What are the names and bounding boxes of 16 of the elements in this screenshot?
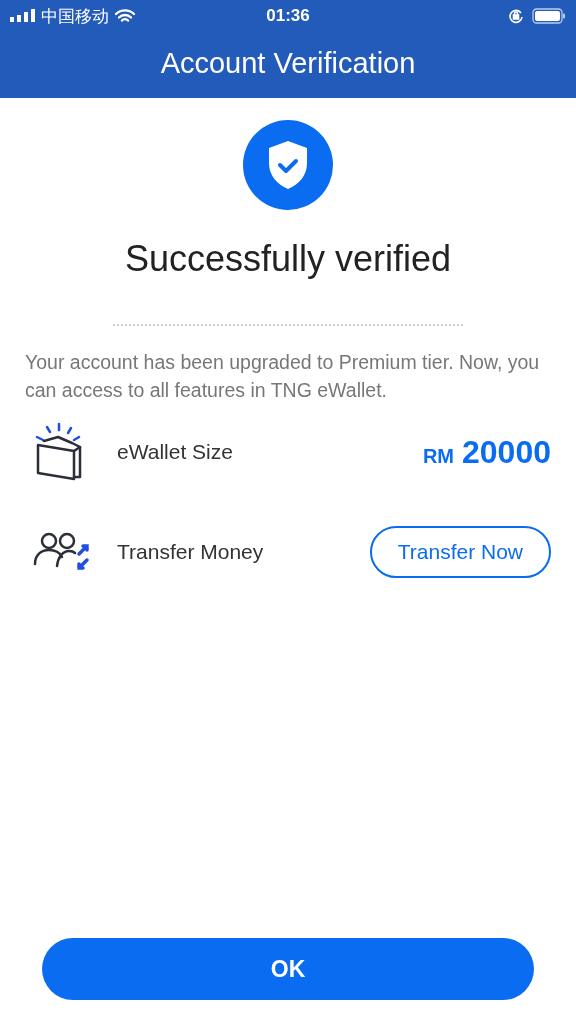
wifi-icon bbox=[114, 8, 136, 24]
clock-time: 01:36 bbox=[266, 6, 310, 25]
verified-shield-icon bbox=[243, 120, 333, 210]
currency-label: RM bbox=[422, 444, 454, 468]
battery-icon bbox=[532, 8, 566, 24]
feature-label: Transfer Money bbox=[117, 540, 265, 564]
success-heading: Successfully verified bbox=[124, 238, 452, 280]
rotation-lock-icon bbox=[508, 8, 524, 24]
screen-title: Account Verification bbox=[160, 46, 416, 80]
signal-icon bbox=[10, 9, 36, 23]
upgrade-message: Your account has been upgraded to Premium tier. Now, you can access to all features in TNG eWallet. bbox=[25, 350, 541, 403]
carrier-name: 中国移动 bbox=[41, 5, 109, 28]
feature-label: eWallet Size bbox=[117, 440, 234, 464]
ok-button[interactable]: OK bbox=[42, 938, 534, 1000]
transfer-now-button[interactable]: Transfer Now bbox=[369, 526, 551, 578]
wallet-limit-amount: 20000 bbox=[462, 433, 551, 471]
